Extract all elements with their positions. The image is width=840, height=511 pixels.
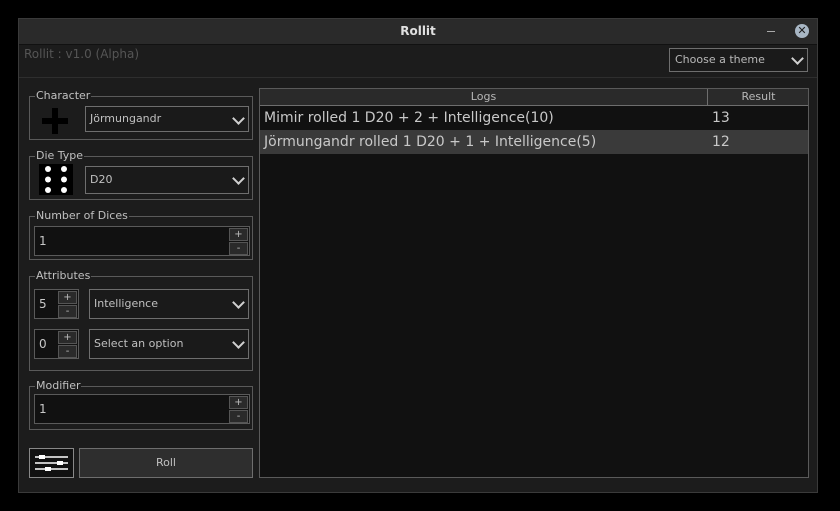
log-text: Jörmungandr rolled 1 D20 + 1 + Intellige… xyxy=(264,134,597,150)
dice-count-label: Number of Dices xyxy=(35,209,129,222)
modifier-label: Modifier xyxy=(35,379,82,392)
attribute-2-select[interactable]: Select an option xyxy=(89,329,249,359)
die-d6-icon xyxy=(39,164,73,195)
character-select-value: Jörmungandr xyxy=(90,112,162,125)
attribute-2-stepper[interactable]: 0 + - xyxy=(34,329,79,359)
minimize-button[interactable] xyxy=(767,24,779,36)
add-character-icon[interactable] xyxy=(42,108,68,134)
chevron-down-icon xyxy=(791,52,804,65)
attribute-1-select[interactable]: Intelligence xyxy=(89,289,249,319)
die-type-select-value: D20 xyxy=(90,173,113,186)
increment-button[interactable]: + xyxy=(58,331,77,344)
attribute-1-select-value: Intelligence xyxy=(94,297,159,310)
chevron-down-icon xyxy=(232,172,245,185)
attributes-group: Attributes 5 + - Intelligence 0 + - Sele… xyxy=(29,269,253,371)
dice-count-group: Number of Dices 1 + - xyxy=(29,209,253,260)
character-label: Character xyxy=(35,89,92,102)
modifier-group: Modifier 1 + - xyxy=(29,379,253,430)
die-type-select[interactable]: D20 xyxy=(85,166,249,194)
die-type-group: Die Type D20 xyxy=(29,149,253,200)
chevron-down-icon xyxy=(232,336,245,349)
column-header-result[interactable]: Result xyxy=(709,89,808,105)
log-result: 13 xyxy=(712,110,730,126)
character-group: Character Jörmungandr xyxy=(29,89,253,140)
attribute-1-value: 5 xyxy=(39,297,47,311)
modifier-value: 1 xyxy=(39,402,47,416)
window-title: Rollit xyxy=(400,24,436,38)
log-result: 12 xyxy=(712,134,730,150)
settings-button[interactable] xyxy=(29,448,74,478)
rollit-window: Rollit ✕ Rollit : v1.0 (Alpha) Choose a … xyxy=(18,18,818,493)
sliders-icon xyxy=(35,455,68,471)
die-type-label: Die Type xyxy=(35,149,85,162)
log-table: Logs Result Mimir rolled 1 D20 + 2 + Int… xyxy=(259,88,809,478)
header-divider xyxy=(19,77,817,78)
table-row[interactable]: Mimir rolled 1 D20 + 2 + Intelligence(10… xyxy=(260,106,808,130)
close-icon: ✕ xyxy=(797,24,807,37)
log-text: Mimir rolled 1 D20 + 2 + Intelligence(10… xyxy=(264,110,554,126)
chevron-down-icon xyxy=(232,296,245,309)
increment-button[interactable]: + xyxy=(229,396,248,409)
version-label: Rollit : v1.0 (Alpha) xyxy=(24,47,140,61)
theme-select[interactable]: Choose a theme xyxy=(669,48,808,72)
roll-button[interactable]: Roll xyxy=(79,448,253,478)
dice-count-value: 1 xyxy=(39,234,47,248)
theme-select-value: Choose a theme xyxy=(675,53,765,66)
decrement-button[interactable]: - xyxy=(58,345,77,358)
modifier-stepper[interactable]: 1 + - xyxy=(34,394,250,424)
decrement-button[interactable]: - xyxy=(58,305,77,318)
attributes-label: Attributes xyxy=(35,269,92,282)
character-select[interactable]: Jörmungandr xyxy=(85,106,249,132)
title-bar: Rollit ✕ xyxy=(19,19,817,45)
decrement-button[interactable]: - xyxy=(229,410,248,423)
decrement-button[interactable]: - xyxy=(229,242,248,255)
attribute-2-select-value: Select an option xyxy=(94,337,184,350)
attribute-2-value: 0 xyxy=(39,337,47,351)
table-row[interactable]: Jörmungandr rolled 1 D20 + 1 + Intellige… xyxy=(260,130,808,154)
log-table-header: Logs Result xyxy=(260,89,808,106)
increment-button[interactable]: + xyxy=(58,291,77,304)
dice-count-stepper[interactable]: 1 + - xyxy=(34,226,250,256)
attribute-1-stepper[interactable]: 5 + - xyxy=(34,289,79,319)
column-header-logs[interactable]: Logs xyxy=(260,89,708,105)
chevron-down-icon xyxy=(232,112,245,125)
increment-button[interactable]: + xyxy=(229,228,248,241)
close-button[interactable]: ✕ xyxy=(795,24,809,38)
